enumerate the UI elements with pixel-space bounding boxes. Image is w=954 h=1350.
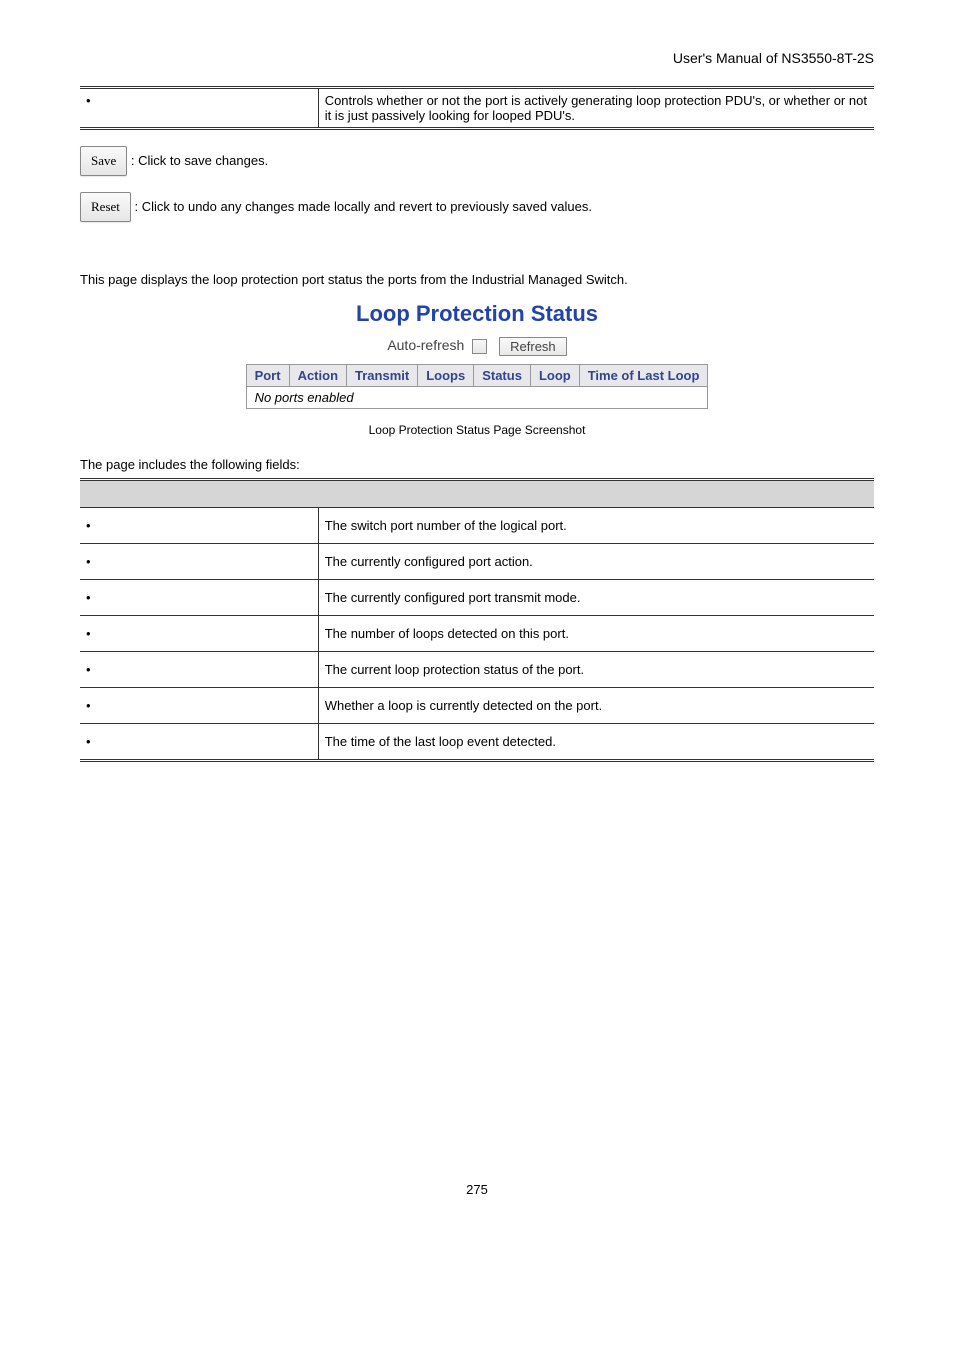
col-status: Status	[474, 365, 531, 387]
auto-refresh-checkbox[interactable]	[472, 339, 487, 354]
field-desc: Whether a loop is currently detected on …	[318, 688, 874, 724]
field-desc: The currently configured port transmit m…	[318, 580, 874, 616]
table-row: • The number of loops detected on this p…	[80, 616, 874, 652]
bullet-icon: •	[86, 626, 100, 641]
status-table: Port Action Transmit Loops Status Loop T…	[246, 364, 709, 409]
bullet-icon: •	[86, 590, 100, 605]
save-button[interactable]: Save	[80, 146, 127, 176]
bullet-icon: •	[86, 518, 100, 533]
col-transmit: Transmit	[347, 365, 418, 387]
save-description: : Click to save changes.	[131, 153, 268, 168]
reset-button[interactable]: Reset	[80, 192, 131, 222]
table-row: • The currently configured port action.	[80, 544, 874, 580]
top-description: Controls whether or not the port is acti…	[318, 88, 874, 129]
field-desc: The number of loops detected on this por…	[318, 616, 874, 652]
table-row: • The currently configured port transmit…	[80, 580, 874, 616]
table-row: • The time of the last loop event detect…	[80, 724, 874, 761]
field-desc: The switch port number of the logical po…	[318, 508, 874, 544]
page-number: 275	[80, 1182, 874, 1197]
col-time: Time of Last Loop	[579, 365, 708, 387]
top-description-table: • Controls whether or not the port is ac…	[80, 86, 874, 130]
screenshot-caption: Loop Protection Status Page Screenshot	[80, 423, 874, 437]
refresh-button[interactable]: Refresh	[499, 337, 567, 356]
bullet-icon: •	[86, 554, 100, 569]
screenshot-title: Loop Protection Status	[80, 301, 874, 327]
table-row: • The current loop protection status of …	[80, 652, 874, 688]
col-action: Action	[289, 365, 346, 387]
auto-refresh-label: Auto-refresh	[387, 337, 464, 353]
field-desc: The time of the last loop event detected…	[318, 724, 874, 761]
field-desc: The currently configured port action.	[318, 544, 874, 580]
col-port: Port	[246, 365, 289, 387]
table-row: • Whether a loop is currently detected o…	[80, 688, 874, 724]
bullet-icon: •	[86, 93, 100, 108]
bullet-icon: •	[86, 734, 100, 749]
table-row: • The switch port number of the logical …	[80, 508, 874, 544]
reset-description: : Click to undo any changes made locally…	[135, 199, 592, 214]
fields-intro: The page includes the following fields:	[80, 457, 874, 472]
bullet-icon: •	[86, 698, 100, 713]
col-loop: Loop	[530, 365, 579, 387]
field-desc: The current loop protection status of th…	[318, 652, 874, 688]
col-loops: Loops	[418, 365, 474, 387]
page-header: User's Manual of NS3550-8T-2S	[80, 50, 874, 66]
no-ports-row: No ports enabled	[246, 387, 708, 409]
bullet-icon: •	[86, 662, 100, 677]
intro-text: This page displays the loop protection p…	[80, 272, 874, 287]
fields-table: • The switch port number of the logical …	[80, 478, 874, 762]
